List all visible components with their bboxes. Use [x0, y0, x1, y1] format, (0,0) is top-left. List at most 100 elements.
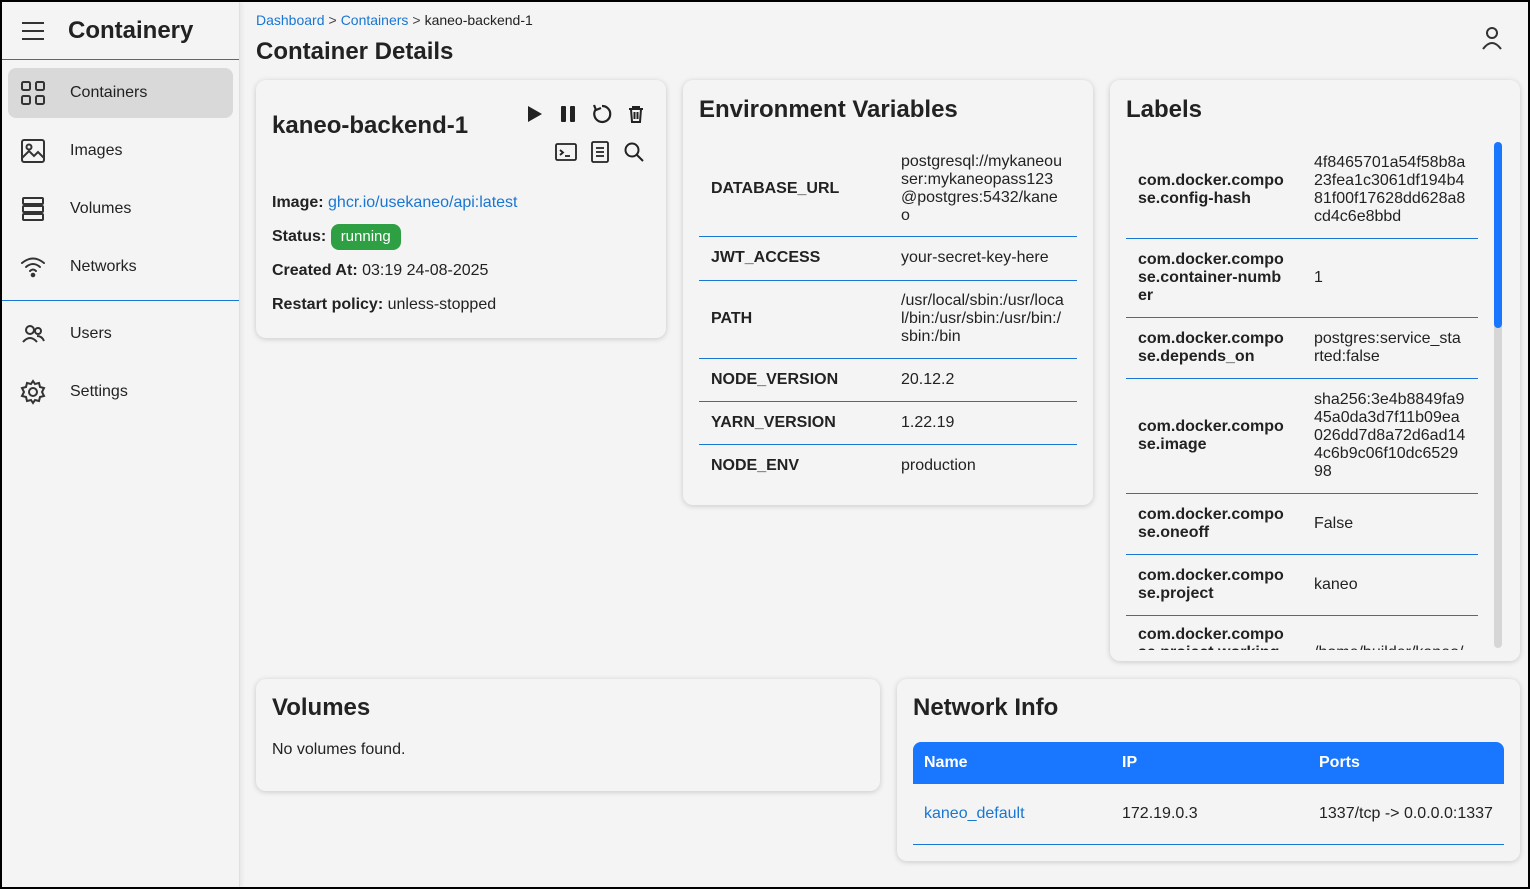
play-icon: [528, 106, 542, 122]
column-header-ports: Ports: [1308, 742, 1504, 784]
image-row: Image: ghcr.io/usekaneo/api:latest: [272, 186, 518, 220]
search-icon: [624, 142, 644, 162]
logs-button[interactable]: [588, 140, 612, 164]
table-row: com.docker.compose.project kaneo: [1126, 554, 1478, 616]
image-label: Image:: [272, 194, 324, 211]
network-table: Name IP Ports kaneo_default 172.19.0.3 1…: [913, 742, 1504, 845]
column-header-name: Name: [913, 742, 1111, 784]
sidebar-item-containers[interactable]: Containers: [8, 68, 233, 118]
document-icon: [591, 141, 609, 163]
inspect-button[interactable]: [622, 140, 646, 164]
restart-button[interactable]: [590, 102, 614, 126]
container-actions-row2: [554, 140, 646, 164]
image-link[interactable]: ghcr.io/usekaneo/api:latest: [328, 194, 517, 211]
sidebar-item-settings[interactable]: Settings: [8, 367, 233, 417]
sidebar-item-label: Volumes: [70, 200, 132, 217]
label-value: 4f8465701a54f58b8a23fea1c3061df194b481f0…: [1302, 142, 1478, 239]
environment-variables-card: Environment Variables DATABASE_URL postgr…: [683, 80, 1093, 505]
labels-scrollbar[interactable]: [1494, 142, 1502, 648]
table-row: kaneo_default 172.19.0.3 1337/tcp -> 0.0…: [913, 784, 1504, 845]
user-account-icon[interactable]: [1478, 24, 1506, 52]
start-button[interactable]: [522, 102, 546, 126]
delete-button[interactable]: [624, 102, 648, 126]
env-key: NODE_ENV: [711, 456, 800, 474]
network-title: Network Info: [913, 694, 1059, 721]
terminal-button[interactable]: [554, 140, 578, 164]
sidebar-item-users[interactable]: Users: [8, 309, 233, 359]
container-name: kaneo-backend-1: [272, 112, 469, 139]
sidebar: Containery Containers Images Volumes Net…: [2, 2, 240, 887]
app-title: Containery: [68, 16, 194, 44]
table-row: YARN_VERSION 1.22.19: [699, 401, 1077, 445]
users-icon: [20, 321, 46, 347]
status-row: Status: running: [272, 220, 518, 254]
page-title: Container Details: [256, 38, 454, 65]
scrollbar-thumb[interactable]: [1494, 142, 1502, 328]
label-key: com.docker.compose.project.working_dir: [1126, 615, 1302, 650]
restart-policy-row: Restart policy: unless-stopped: [272, 288, 518, 322]
gear-icon: [20, 379, 46, 405]
table-row: com.docker.compose.config-hash 4f8465701a…: [1126, 142, 1478, 239]
env-title: Environment Variables: [699, 96, 958, 123]
nav-secondary: Users Settings: [2, 300, 239, 417]
trash-icon: [629, 106, 643, 123]
env-table: DATABASE_URL postgresql://mykaneouser:myk…: [699, 142, 1077, 487]
label-key: com.docker.compose.container-number: [1126, 238, 1302, 318]
status-badge: running: [330, 224, 401, 250]
sidebar-item-label: Settings: [70, 383, 128, 400]
env-value: production: [901, 456, 976, 474]
env-key: DATABASE_URL: [699, 142, 889, 237]
volumes-title: Volumes: [272, 694, 371, 721]
breadcrumb-containers[interactable]: Containers: [341, 12, 409, 28]
sidebar-item-networks[interactable]: Networks: [8, 242, 233, 292]
labels-scroll-area[interactable]: com.docker.compose.config-hash 4f8465701a…: [1126, 142, 1506, 650]
env-value: 1.22.19: [889, 401, 1077, 445]
label-value: sha256:3e4b8849fa945a0da3d7f11b09ea026dd…: [1302, 378, 1478, 494]
pause-button[interactable]: [556, 102, 580, 126]
sidebar-item-label: Networks: [70, 258, 137, 275]
column-header-ip: IP: [1111, 742, 1308, 784]
label-value: 1: [1302, 238, 1478, 318]
container-info: Image: ghcr.io/usekaneo/api:latest Statu…: [272, 186, 518, 322]
label-key: com.docker.compose.oneoff: [1126, 493, 1302, 555]
created-row: Created At: 03:19 24-08-2025: [272, 254, 518, 288]
label-key: com.docker.compose.depends_on: [1126, 317, 1302, 379]
label-key: com.docker.compose.image: [1126, 378, 1302, 494]
container-actions-row1: [522, 102, 648, 126]
table-row: JWT_ACCESS your-secret-key-here: [699, 236, 1077, 281]
env-key: YARN_VERSION: [699, 401, 889, 445]
brand-row: Containery: [2, 2, 239, 60]
labels-card: Labels com.docker.compose.config-hash 4f8…: [1110, 80, 1520, 661]
table-header-row: Name IP Ports: [913, 742, 1504, 784]
table-row: com.docker.compose.image sha256:3e4b8849f…: [1126, 378, 1478, 494]
nav-main: Containers Images Volumes Networks: [2, 60, 239, 292]
labels-table: com.docker.compose.config-hash 4f8465701a…: [1126, 142, 1478, 650]
env-value: 20.12.2: [889, 358, 1077, 402]
label-value: kaneo: [1302, 554, 1478, 616]
breadcrumb-dashboard[interactable]: Dashboard: [256, 12, 325, 28]
table-row: com.docker.compose.project.working_dir/h…: [1126, 615, 1478, 650]
network-name-link[interactable]: kaneo_default: [924, 805, 1025, 822]
sidebar-item-label: Containers: [70, 84, 148, 101]
hamburger-menu-icon[interactable]: [22, 21, 44, 40]
table-row: com.docker.compose.depends_on postgres:se…: [1126, 317, 1478, 379]
network-info-card: Network Info Name IP Ports kaneo_default…: [897, 679, 1520, 861]
restart-policy-label: Restart policy:: [272, 296, 384, 313]
label-value: postgres:service_started:false: [1302, 317, 1478, 379]
env-key: JWT_ACCESS: [699, 236, 889, 281]
terminal-icon: [555, 143, 577, 161]
sidebar-item-label: Users: [70, 325, 112, 342]
network-name-cell: kaneo_default: [913, 784, 1111, 845]
sidebar-item-images[interactable]: Images: [8, 126, 233, 176]
volumes-empty-message: No volumes found.: [272, 741, 406, 758]
wifi-icon: [20, 254, 46, 280]
restart-policy-value: unless-stopped: [387, 296, 497, 313]
env-key: PATH: [699, 280, 889, 359]
label-key: com.docker.compose.config-hash: [1126, 142, 1302, 239]
image-icon: [20, 138, 46, 164]
container-summary-card: kaneo-backend-1 Image: ghcr.io/usekaneo/…: [256, 80, 666, 338]
env-value: your-secret-key-here: [889, 236, 1077, 281]
breadcrumb-current: kaneo-backend-1: [424, 12, 533, 28]
pause-icon: [561, 106, 575, 122]
sidebar-item-volumes[interactable]: Volumes: [8, 184, 233, 234]
